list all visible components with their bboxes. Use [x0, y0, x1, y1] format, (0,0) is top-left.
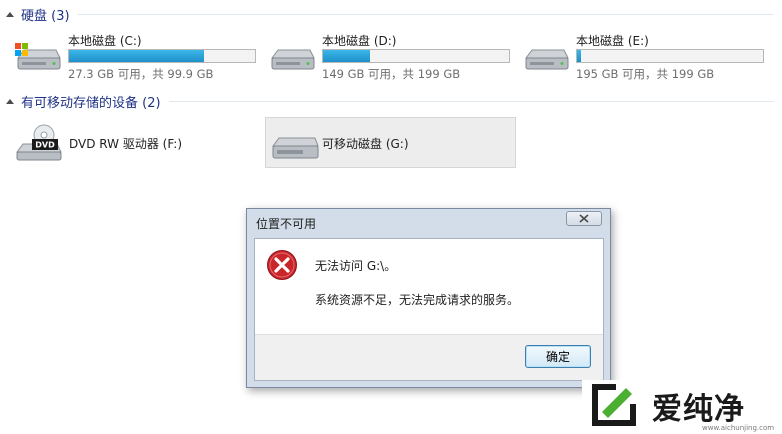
windows-system-drive-icon: [15, 43, 61, 70]
dialog-message-area: 无法访问 G:\。 系统资源不足，无法完成请求的服务。: [255, 239, 603, 336]
group-header-hard-disks[interactable]: 硬盘 (3): [4, 4, 774, 24]
drive-space: 27.3 GB 可用，共 99.9 GB: [68, 67, 214, 81]
error-icon: [267, 250, 297, 280]
brand-name: 爱纯净: [652, 392, 745, 427]
group-header-removable[interactable]: 有可移动存储的设备 (2): [4, 91, 774, 111]
drive-usage-fill: [577, 50, 581, 62]
drive-space: 149 GB 可用，共 199 GB: [322, 67, 461, 81]
drive-usage-bar: [68, 49, 256, 63]
group-divider: [77, 13, 774, 15]
drive-e[interactable]: 本地磁盘 (E:) 195 GB 可用，共 199 GB: [522, 32, 772, 82]
close-button[interactable]: [566, 211, 602, 226]
brand-logo-icon: [592, 384, 636, 426]
dvd-drive[interactable]: DVD DVD RW 驱动器 (F:): [10, 118, 250, 168]
error-detail: 系统资源不足，无法完成请求的服务。: [315, 293, 520, 307]
device-name: DVD RW 驱动器 (F:): [69, 137, 183, 151]
drive-name: 本地磁盘 (D:): [322, 34, 397, 48]
close-icon: [579, 214, 589, 223]
dialog-button-bar: 确定: [255, 334, 603, 380]
ok-button[interactable]: 确定: [525, 345, 591, 368]
brand-url: www.aichunjing.com: [702, 424, 775, 432]
hard-drive-icon: [271, 49, 315, 70]
drive-name: 本地磁盘 (C:): [68, 34, 142, 48]
drive-usage-bar: [322, 49, 510, 63]
drive-usage-bar: [576, 49, 764, 63]
drive-usage-fill: [323, 50, 370, 62]
dialog-body: 无法访问 G:\。 系统资源不足，无法完成请求的服务。 确定: [254, 238, 604, 381]
device-name: 可移动磁盘 (G:): [322, 137, 409, 151]
error-message: 无法访问 G:\。: [315, 259, 397, 273]
dvd-label: DVD: [35, 141, 55, 150]
removable-disk-icon: [272, 137, 319, 159]
drive-name: 本地磁盘 (E:): [576, 34, 649, 48]
group-divider: [168, 100, 774, 102]
dvd-drive-icon: DVD: [16, 124, 62, 161]
watermark: 爱纯净 www.aichunjing.com: [582, 380, 782, 434]
dialog-title: 位置不可用: [256, 217, 317, 231]
drive-usage-fill: [69, 50, 205, 62]
drive-c[interactable]: 本地磁盘 (C:) 27.3 GB 可用，共 99.9 GB: [14, 32, 264, 82]
group-title: 有可移动存储的设备 (2): [21, 95, 161, 111]
drive-space: 195 GB 可用，共 199 GB: [576, 67, 715, 81]
drive-d[interactable]: 本地磁盘 (D:) 149 GB 可用，共 199 GB: [268, 32, 518, 82]
hard-drive-icon: [525, 49, 569, 70]
group-title: 硬盘 (3): [21, 8, 70, 24]
collapse-triangle-icon[interactable]: [6, 11, 14, 17]
location-unavailable-dialog: 位置不可用 无法访问 G:\。 系统资源不足，无法完成请求的服务。 确定: [246, 208, 611, 388]
removable-disk-g[interactable]: 可移动磁盘 (G:): [265, 117, 516, 168]
collapse-triangle-icon[interactable]: [6, 98, 14, 104]
